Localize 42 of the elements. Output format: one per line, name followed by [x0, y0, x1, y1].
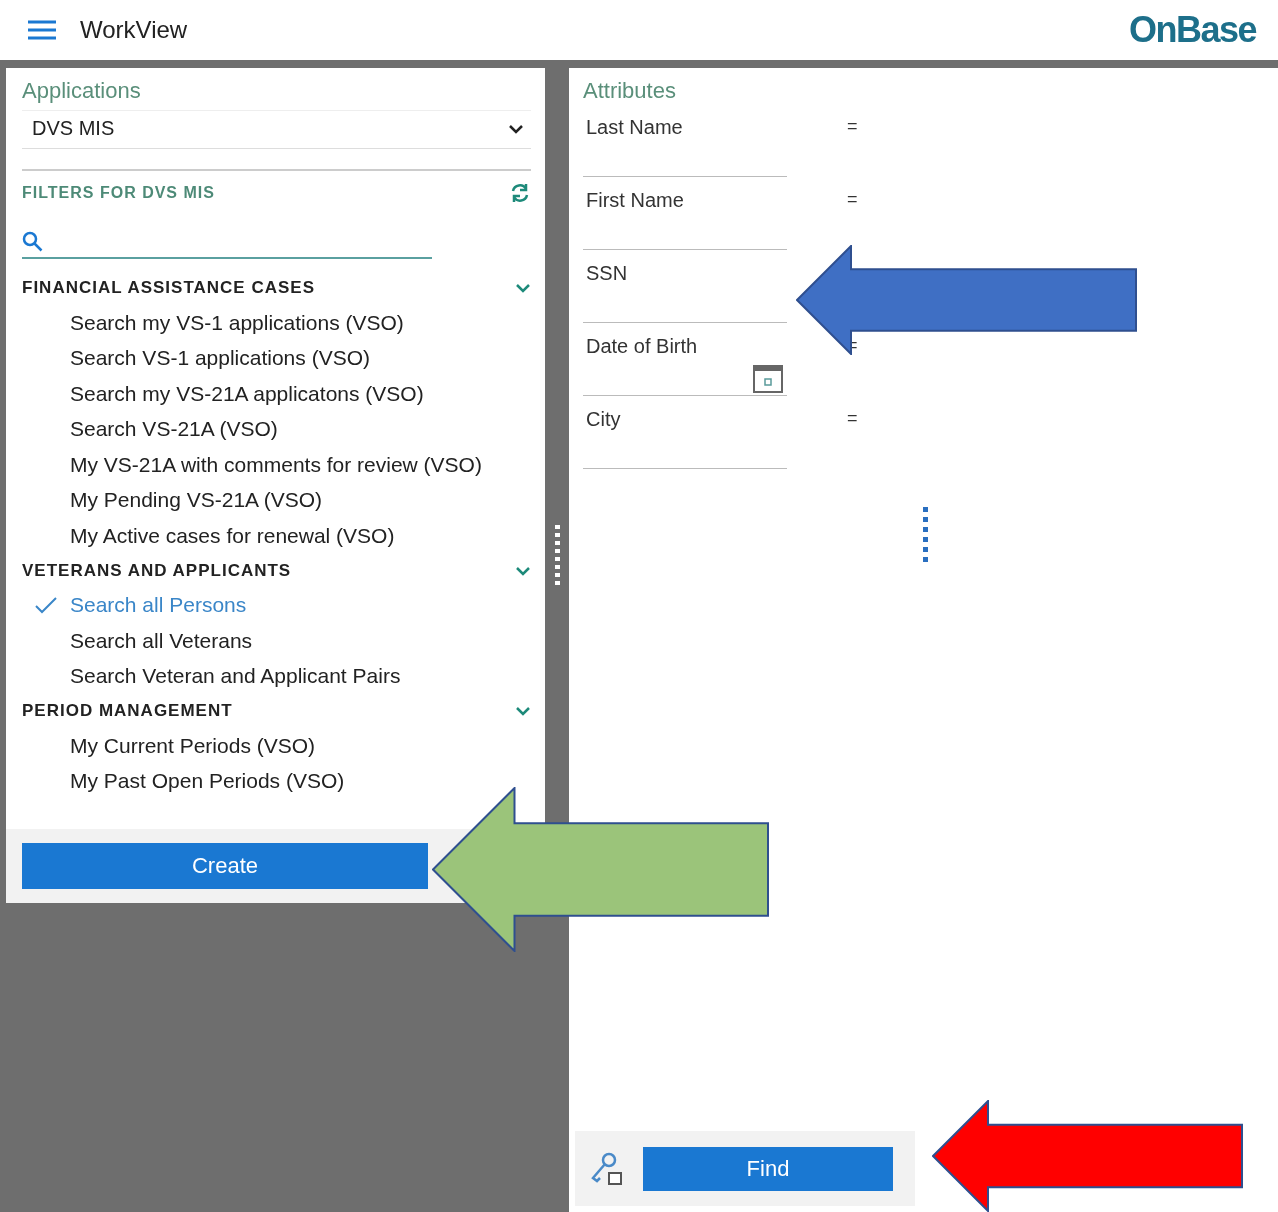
section-title: Applications: [22, 78, 142, 104]
search-icon: [22, 231, 44, 253]
filter-item[interactable]: My Past Open Periods (VSO): [22, 763, 531, 799]
attribute-field[interactable]: SSN: [583, 250, 787, 323]
filter-item[interactable]: My Pending VS-21A (VSO): [22, 482, 531, 518]
attribute-field[interactable]: First Name: [583, 177, 787, 250]
menu-icon[interactable]: [28, 20, 56, 40]
operator-label: =: [847, 116, 858, 138]
chevron-icon: [509, 123, 523, 134]
attribute-field[interactable]: City: [583, 396, 787, 469]
create-button[interactable]: Create: [22, 843, 428, 889]
keys-icon[interactable]: [589, 1150, 625, 1187]
group-title: FINANCIAL ASSISTANCE CASES: [22, 278, 315, 298]
chevron-down-icon[interactable]: [515, 282, 531, 294]
filter-item[interactable]: Search all Veterans: [22, 623, 531, 659]
attribute-field[interactable]: Last Name: [583, 104, 787, 177]
check-icon: [34, 596, 58, 615]
application-select[interactable]: DVS MIS: [22, 110, 531, 149]
section-title: Attributes: [583, 78, 677, 104]
group-title: PERIOD MANAGEMENT: [22, 701, 233, 721]
filter-item[interactable]: My Current Periods (VSO): [22, 728, 531, 764]
chevron-down-icon[interactable]: [515, 564, 531, 577]
filter-item[interactable]: Search VS-21A (VSO): [22, 411, 531, 447]
group-title: VETERANS AND APPLICANTS: [22, 560, 292, 581]
app-title: WorkView: [80, 16, 188, 44]
operator-label: =: [847, 408, 858, 430]
filter-item[interactable]: Search my VS-21A applicatons (VSO): [22, 376, 531, 412]
calendar-icon[interactable]: [753, 365, 783, 393]
splitter-handle[interactable]: [554, 525, 560, 585]
attribute-field[interactable]: Date of Birth: [583, 323, 787, 396]
find-button[interactable]: Find: [643, 1146, 893, 1191]
filter-item[interactable]: My VS-21A with comments for review (VSO): [22, 447, 531, 483]
chevron-down-icon[interactable]: [515, 705, 531, 717]
filter-item[interactable]: Search all Persons: [22, 587, 531, 623]
filters-title: FILTERS FOR DVS MIS: [22, 184, 215, 202]
refresh-icon[interactable]: [509, 183, 531, 203]
filter-item[interactable]: Search VS-1 applications (VSO): [22, 340, 531, 376]
filter-item[interactable]: Search Veteran and Applicant Pairs: [22, 658, 531, 694]
filter-item[interactable]: Search my VS-1 applications (VSO): [22, 305, 531, 341]
operator-label: =: [847, 189, 858, 211]
logo: OnBase: [1128, 9, 1256, 51]
filter-item[interactable]: My Active cases for renewal (VSO): [22, 518, 531, 554]
